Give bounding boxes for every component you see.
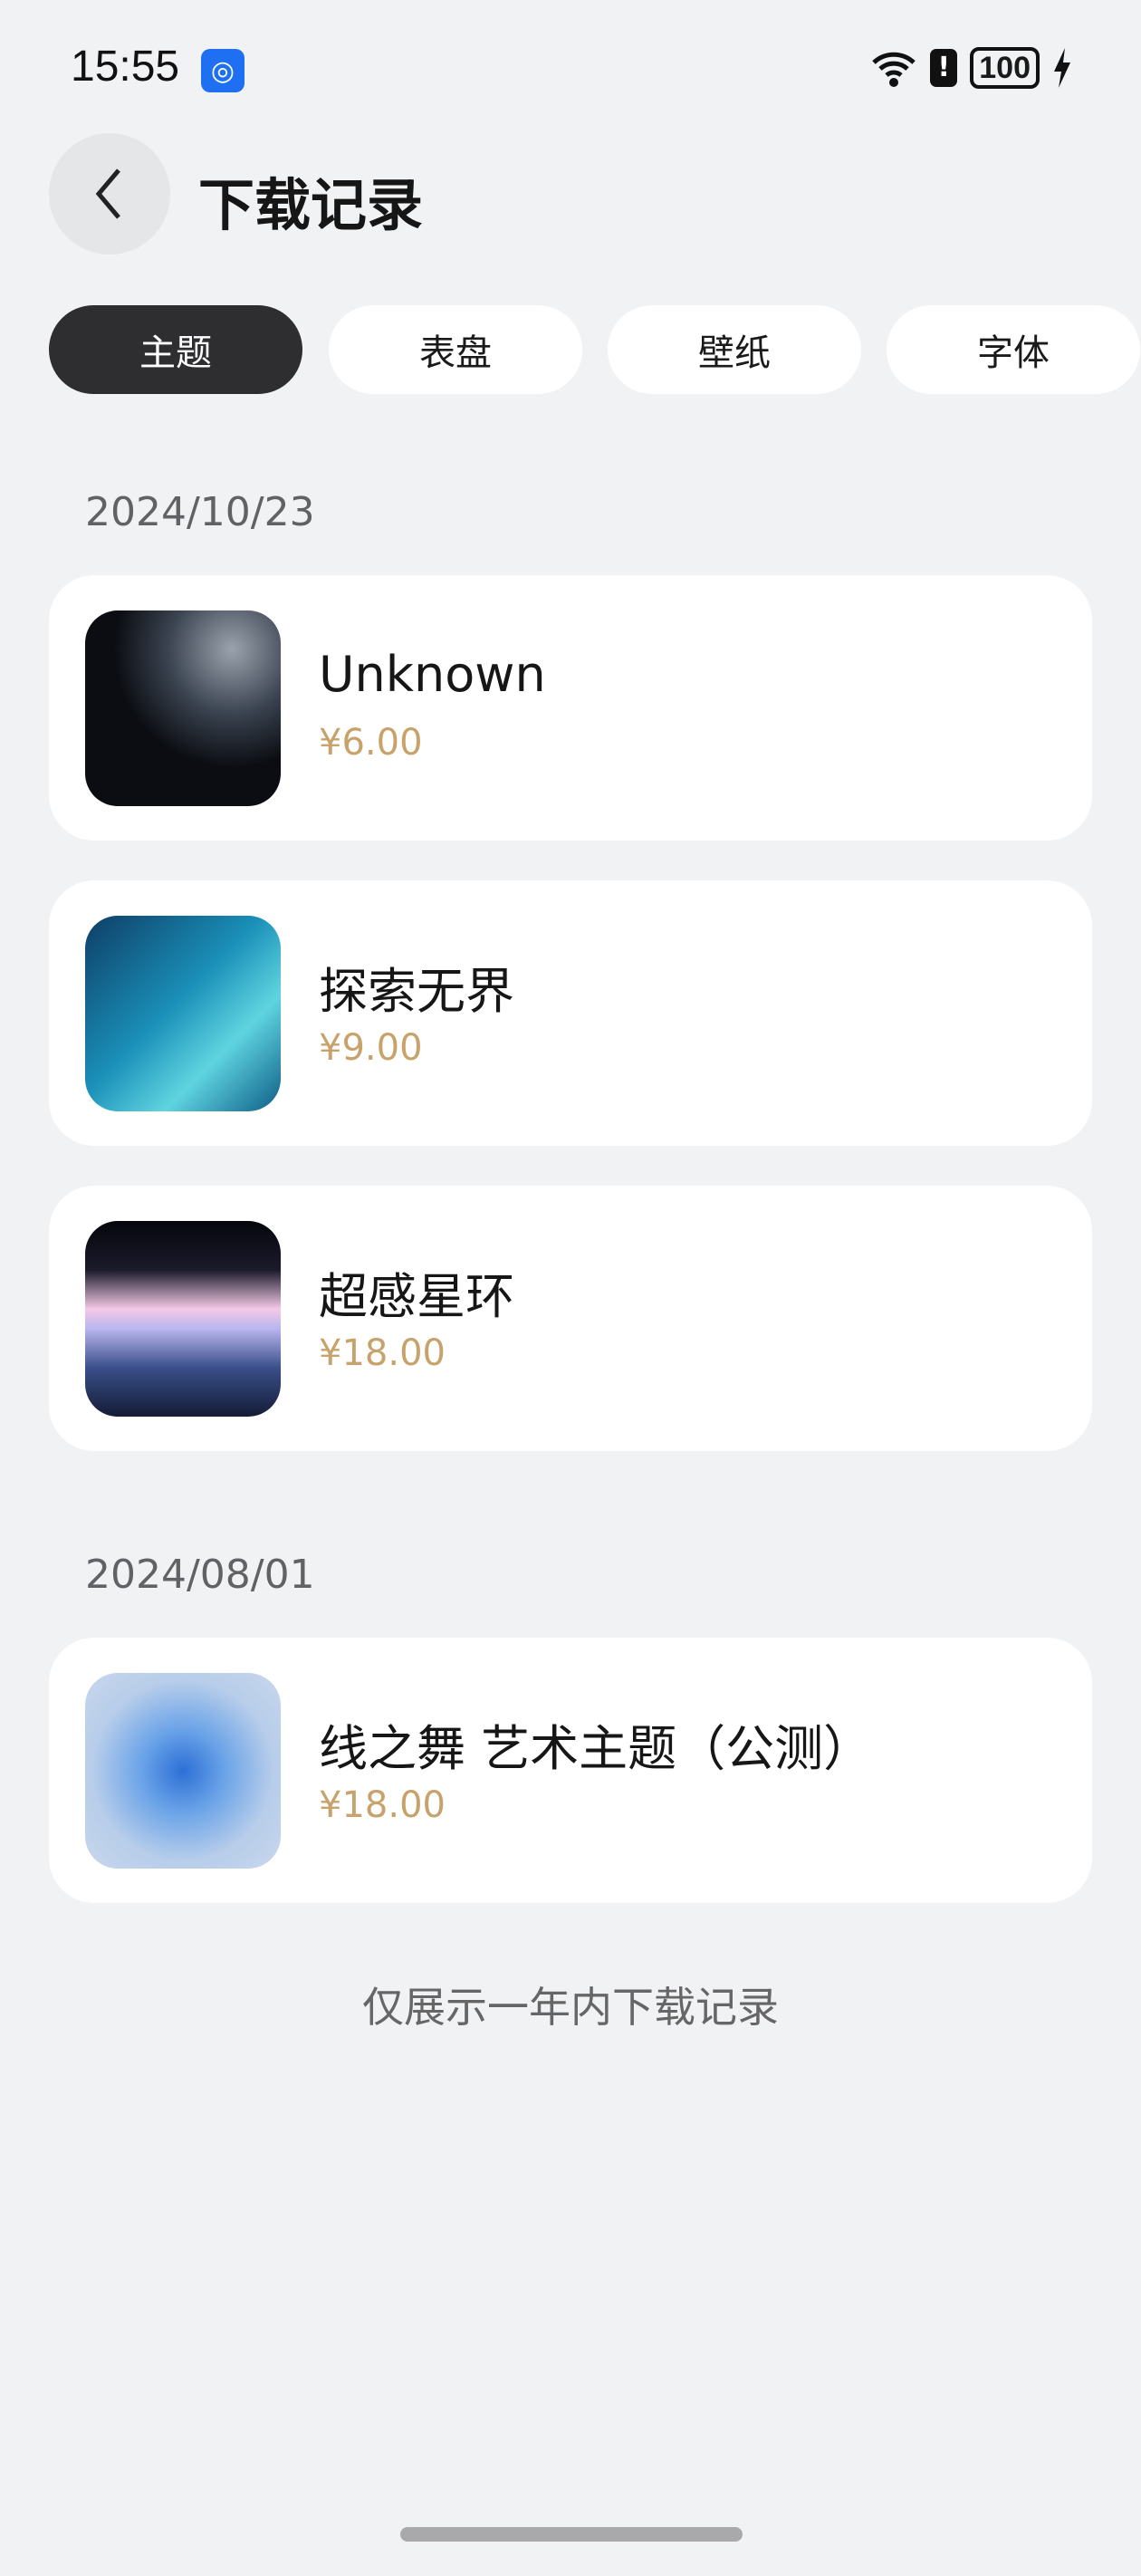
wifi-icon	[872, 52, 916, 87]
charging-icon	[1054, 48, 1070, 88]
date-header: 2024/08/01	[85, 1552, 315, 1598]
status-icons: ! 100	[870, 47, 1072, 89]
tab-wallpaper[interactable]: 壁纸	[608, 305, 861, 394]
page-title: 下载记录	[198, 172, 424, 238]
date-header: 2024/10/23	[85, 489, 315, 535]
app-notification-icon: ◎	[201, 49, 244, 92]
list-item[interactable]: 超感星环 ¥18.00	[49, 1186, 1092, 1451]
list-item[interactable]: Unknown ¥6.00	[49, 575, 1092, 841]
footer-note: 仅展示一年内下载记录	[362, 1983, 779, 2032]
item-price: ¥6.00	[319, 722, 423, 764]
battery-level: 100	[970, 47, 1040, 89]
theme-thumbnail	[85, 916, 281, 1111]
home-indicator[interactable]	[400, 2527, 743, 2542]
status-time: 15:55	[71, 43, 180, 91]
theme-thumbnail	[85, 1673, 281, 1869]
back-button[interactable]	[49, 133, 170, 255]
tab-watch-face[interactable]: 表盘	[329, 305, 582, 394]
tab-theme[interactable]: 主题	[49, 305, 302, 394]
chevron-left-icon	[95, 168, 120, 219]
item-price: ¥18.00	[319, 1784, 446, 1826]
item-name: Unknown	[319, 646, 546, 703]
theme-thumbnail	[85, 610, 281, 806]
item-name: 探索无界	[319, 963, 514, 1020]
item-price: ¥9.00	[319, 1027, 423, 1069]
alert-icon: !	[930, 49, 958, 87]
list-item[interactable]: 线之舞 艺术主题（公测） ¥18.00	[49, 1638, 1092, 1903]
tab-font[interactable]: 字体	[887, 305, 1140, 394]
theme-thumbnail	[85, 1221, 281, 1417]
item-name: 超感星环	[319, 1268, 514, 1325]
item-name: 线之舞 艺术主题（公测）	[319, 1720, 873, 1777]
item-price: ¥18.00	[319, 1332, 446, 1374]
list-item[interactable]: 探索无界 ¥9.00	[49, 880, 1092, 1146]
